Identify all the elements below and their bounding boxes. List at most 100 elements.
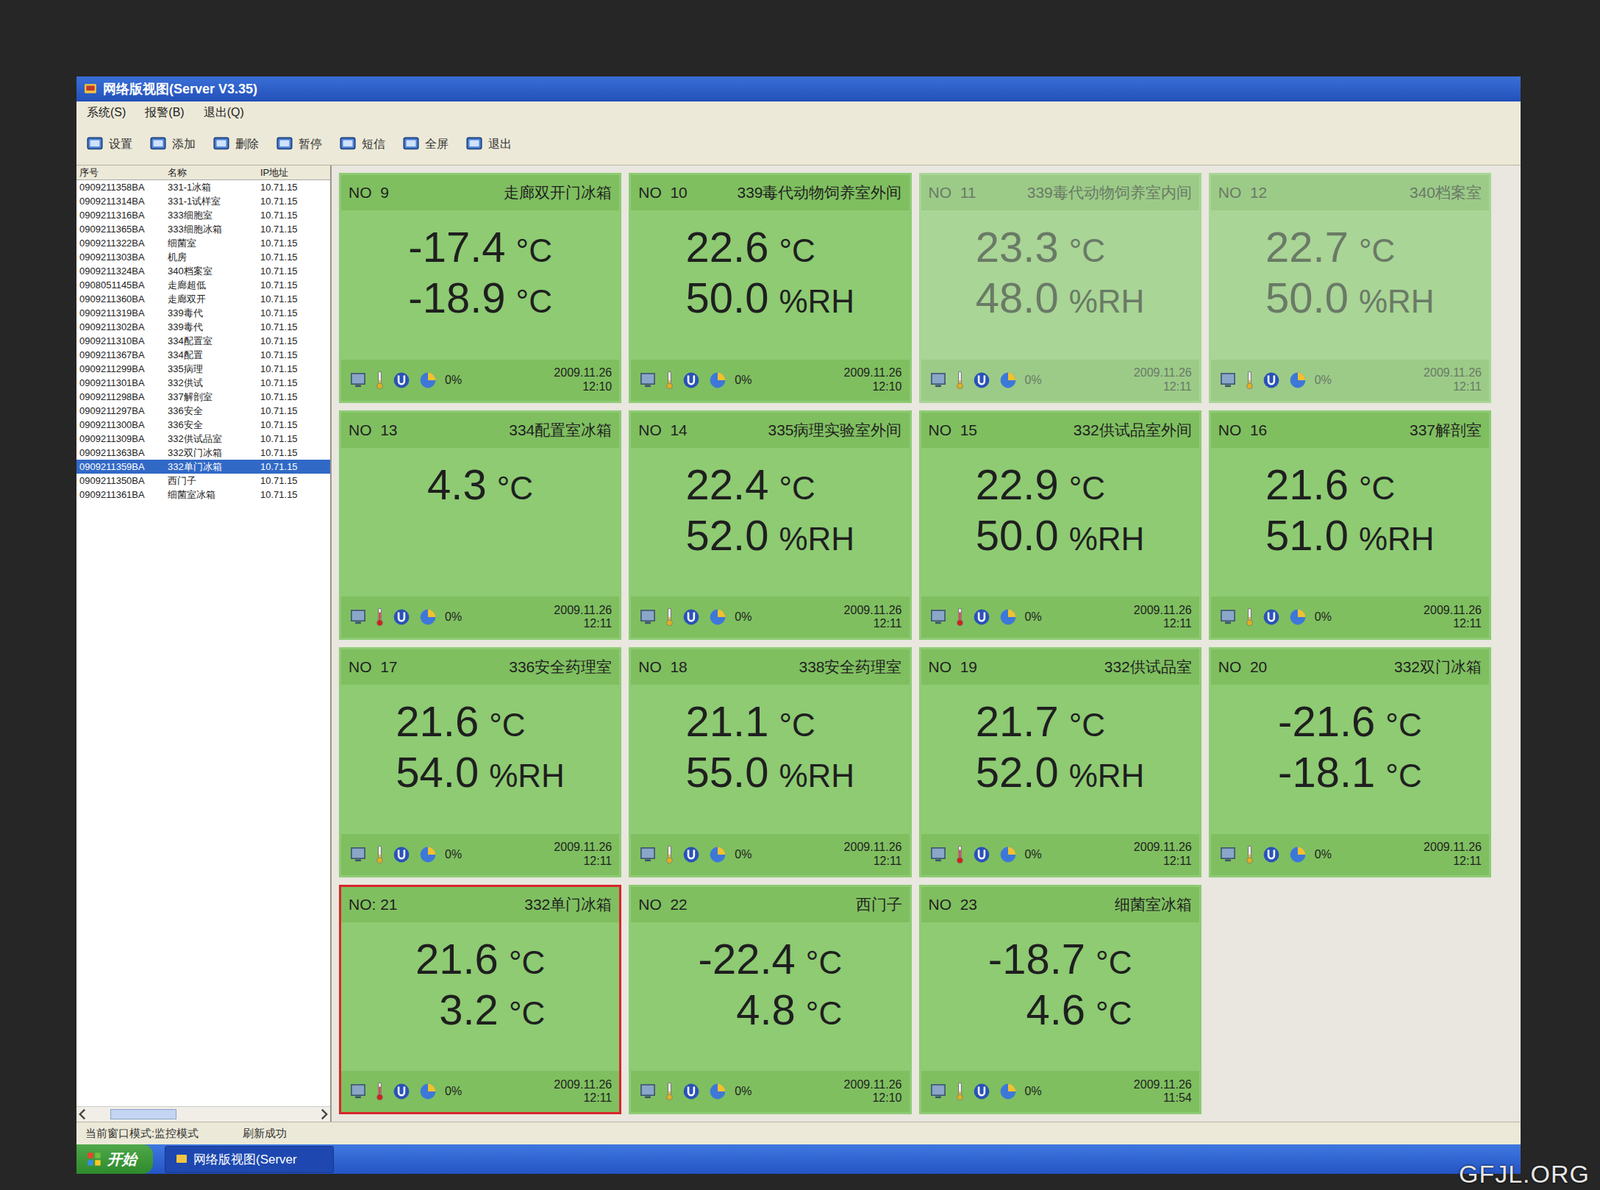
- sensor-card[interactable]: NO 10339毒代动物饲养室外间22.6°C50.0%RH0%2009.11.…: [628, 172, 912, 403]
- column-header[interactable]: 序号: [76, 166, 165, 180]
- device-name: 340档案室: [164, 264, 258, 278]
- thermometer-icon: [375, 370, 385, 390]
- device-row[interactable]: 0908051145BA走廊超低10.71.15: [76, 277, 331, 292]
- start-button[interactable]: 开始: [76, 1144, 153, 1174]
- device-row[interactable]: 0909211359BA332单门冰箱10.71.15: [76, 459, 331, 474]
- sensor-card[interactable]: NO 13334配置室冰箱4.3°C0%2009.11.2612:11: [338, 410, 622, 641]
- card-readings: 21.1°C55.0%RH: [630, 684, 909, 834]
- toolbar-button[interactable]: 暂停: [275, 134, 323, 154]
- device-ip: 10.71.15: [257, 363, 331, 375]
- date: 2009.11.26: [1423, 840, 1482, 854]
- menu-item[interactable]: 报警(B): [144, 105, 184, 121]
- monitor-icon: [638, 607, 658, 627]
- device-id: 0909211299BA: [76, 363, 165, 375]
- device-row[interactable]: 0909211300BA336安全10.71.15: [76, 417, 331, 432]
- device-row[interactable]: 0909211324BA340档案室10.71.15: [76, 263, 331, 278]
- reading-value: -18.7: [988, 933, 1086, 984]
- device-row[interactable]: 0909211350BA西门子10.71.15: [76, 473, 331, 488]
- card-readings: 22.9°C50.0%RH: [921, 447, 1200, 598]
- device-row[interactable]: 0909211298BA337解剖室10.71.15: [76, 389, 331, 404]
- card-readings: 22.6°C50.0%RH: [630, 210, 909, 360]
- time: 12:10: [582, 380, 612, 394]
- device-row[interactable]: 0909211299BA335病理10.71.15: [76, 361, 331, 376]
- device-row[interactable]: 0909211302BA339毒代10.71.15: [76, 319, 331, 334]
- device-ip: 10.71.15: [257, 181, 331, 193]
- card-number: NO 23: [928, 895, 978, 914]
- reading-unit: %RH: [778, 283, 855, 320]
- sensor-card[interactable]: NO: 21332单门冰箱21.6°C3.2°C0%2009.11.2612:1…: [338, 884, 622, 1115]
- time: 12:11: [1452, 616, 1482, 631]
- device-row[interactable]: 0909211314BA331-1试样室10.71.15: [76, 194, 331, 209]
- toolbar-button[interactable]: 设置: [85, 134, 133, 154]
- device-name: 细菌室: [164, 236, 258, 250]
- scroll-right-icon[interactable]: [318, 1108, 331, 1120]
- horizontal-scrollbar[interactable]: [76, 1105, 331, 1122]
- sensor-card[interactable]: NO 20332双门冰箱-21.6°C-18.1°C0%2009.11.2612…: [1208, 647, 1492, 878]
- menu-item[interactable]: 退出(Q): [203, 105, 245, 121]
- date: 2009.11.26: [1423, 366, 1482, 380]
- monitor-icon: [638, 844, 658, 864]
- date: 2009.11.26: [1423, 603, 1482, 617]
- device-row[interactable]: 0909211297BA336安全10.71.15: [76, 403, 331, 418]
- device-name: 337解剖室: [164, 390, 258, 404]
- thermometer-icon: [664, 1081, 675, 1101]
- sensor-card[interactable]: NO 11339毒代动物饲养室内间23.3°C48.0%RH0%2009.11.…: [919, 172, 1202, 403]
- scroll-thumb[interactable]: [110, 1108, 177, 1120]
- timestamp: 2009.11.2612:11: [844, 603, 903, 631]
- device-name: 332双门冰箱: [164, 446, 258, 460]
- card-name: 332供试品室外间: [1073, 419, 1192, 441]
- device-row[interactable]: 0909211367BA334配置10.71.15: [76, 347, 331, 362]
- device-row[interactable]: 0909211316BA333细胞室10.71.15: [76, 208, 331, 223]
- device-ip: 10.71.15: [257, 433, 331, 445]
- device-row[interactable]: 0909211322BA细菌室10.71.15: [76, 236, 331, 250]
- column-header[interactable]: 名称: [164, 166, 258, 180]
- tool-icon: [148, 134, 168, 154]
- device-row[interactable]: 0909211301BA332供试10.71.15: [76, 375, 331, 390]
- sensor-card[interactable]: NO 22西门子-22.4°C4.8°C0%2009.11.2612:10: [628, 884, 912, 1115]
- toolbar-button[interactable]: 退出: [464, 134, 512, 154]
- sensor-card[interactable]: NO 14335病理实验室外间22.4°C52.0%RH0%2009.11.26…: [628, 410, 912, 641]
- reading-value: 4.3: [427, 459, 487, 509]
- toolbar-button[interactable]: 添加: [148, 134, 196, 154]
- reading-value: 21.7: [975, 696, 1059, 746]
- device-row[interactable]: 0909211361BA细菌室冰箱10.71.15: [76, 487, 331, 502]
- menu-item[interactable]: 系统(S): [86, 105, 126, 121]
- sensor-card[interactable]: NO 12340档案室22.7°C50.0%RH0%2009.11.2612:1…: [1208, 172, 1492, 403]
- sensor-card[interactable]: NO 15332供试品室外间22.9°C50.0%RH0%2009.11.261…: [919, 410, 1202, 641]
- device-row[interactable]: 0909211360BA走廊双开10.71.15: [76, 291, 331, 306]
- device-row[interactable]: 0909211310BA334配置室10.71.15: [76, 333, 331, 348]
- sensor-card[interactable]: NO 17336安全药理室21.6°C54.0%RH0%2009.11.2612…: [338, 647, 622, 878]
- timestamp: 2009.11.2612:11: [553, 840, 612, 868]
- toolbar-button[interactable]: 短信: [338, 134, 386, 154]
- sensor-card[interactable]: NO 19332供试品室21.7°C52.0%RH0%2009.11.2612:…: [919, 647, 1202, 878]
- device-ip: 10.71.15: [257, 237, 331, 249]
- device-row[interactable]: 0909211365BA333细胞冰箱10.71.15: [76, 222, 331, 237]
- sensor-card[interactable]: NO 9走廊双开门冰箱-17.4°C-18.9°C0%2009.11.2612:…: [338, 172, 622, 403]
- toolbar-button[interactable]: 删除: [211, 134, 259, 154]
- window-title: 网络版视图(Server V3.35): [102, 80, 258, 98]
- sensor-card[interactable]: NO 23细菌室冰箱-18.7°C4.6°C0%2009.11.2611:54: [919, 884, 1202, 1115]
- taskbar-task[interactable]: 网络版视图(Server: [164, 1145, 334, 1173]
- date: 2009.11.26: [1133, 366, 1192, 380]
- battery-pie-icon: [418, 1081, 438, 1101]
- reading-value: 21.6: [1265, 459, 1349, 509]
- device-row[interactable]: 0909211309BA332供试品室10.71.15: [76, 431, 331, 446]
- column-header[interactable]: IP地址: [257, 166, 331, 180]
- reading-list: 23.3°C48.0%RH: [975, 222, 1145, 323]
- battery-level: 0%: [734, 373, 752, 387]
- device-row[interactable]: 0909211303BA机房10.71.15: [76, 250, 331, 264]
- device-ip: 10.71.15: [257, 377, 331, 389]
- battery-level: 0%: [1314, 610, 1332, 624]
- thermometer-icon: [955, 844, 965, 864]
- scroll-left-icon[interactable]: [76, 1108, 89, 1120]
- toolbar-label: 添加: [172, 136, 196, 153]
- device-row[interactable]: 0909211358BA331-1冰箱10.71.15: [76, 180, 331, 195]
- device-row[interactable]: 0909211319BA339毒代10.71.15: [76, 305, 331, 320]
- sensor-card[interactable]: NO 16337解剖室21.6°C51.0%RH0%2009.11.2612:1…: [1208, 410, 1492, 641]
- card-number: NO 16: [1218, 421, 1268, 439]
- status-bar: 当前窗口模式:监控模式刷新成功: [76, 1121, 1521, 1145]
- device-name: 走廊双开: [164, 292, 258, 306]
- sensor-card[interactable]: NO 18338安全药理室21.1°C55.0%RH0%2009.11.2612…: [628, 647, 912, 878]
- toolbar-button[interactable]: 全屏: [401, 134, 449, 154]
- device-row[interactable]: 0909211363BA332双门冰箱10.71.15: [76, 445, 331, 460]
